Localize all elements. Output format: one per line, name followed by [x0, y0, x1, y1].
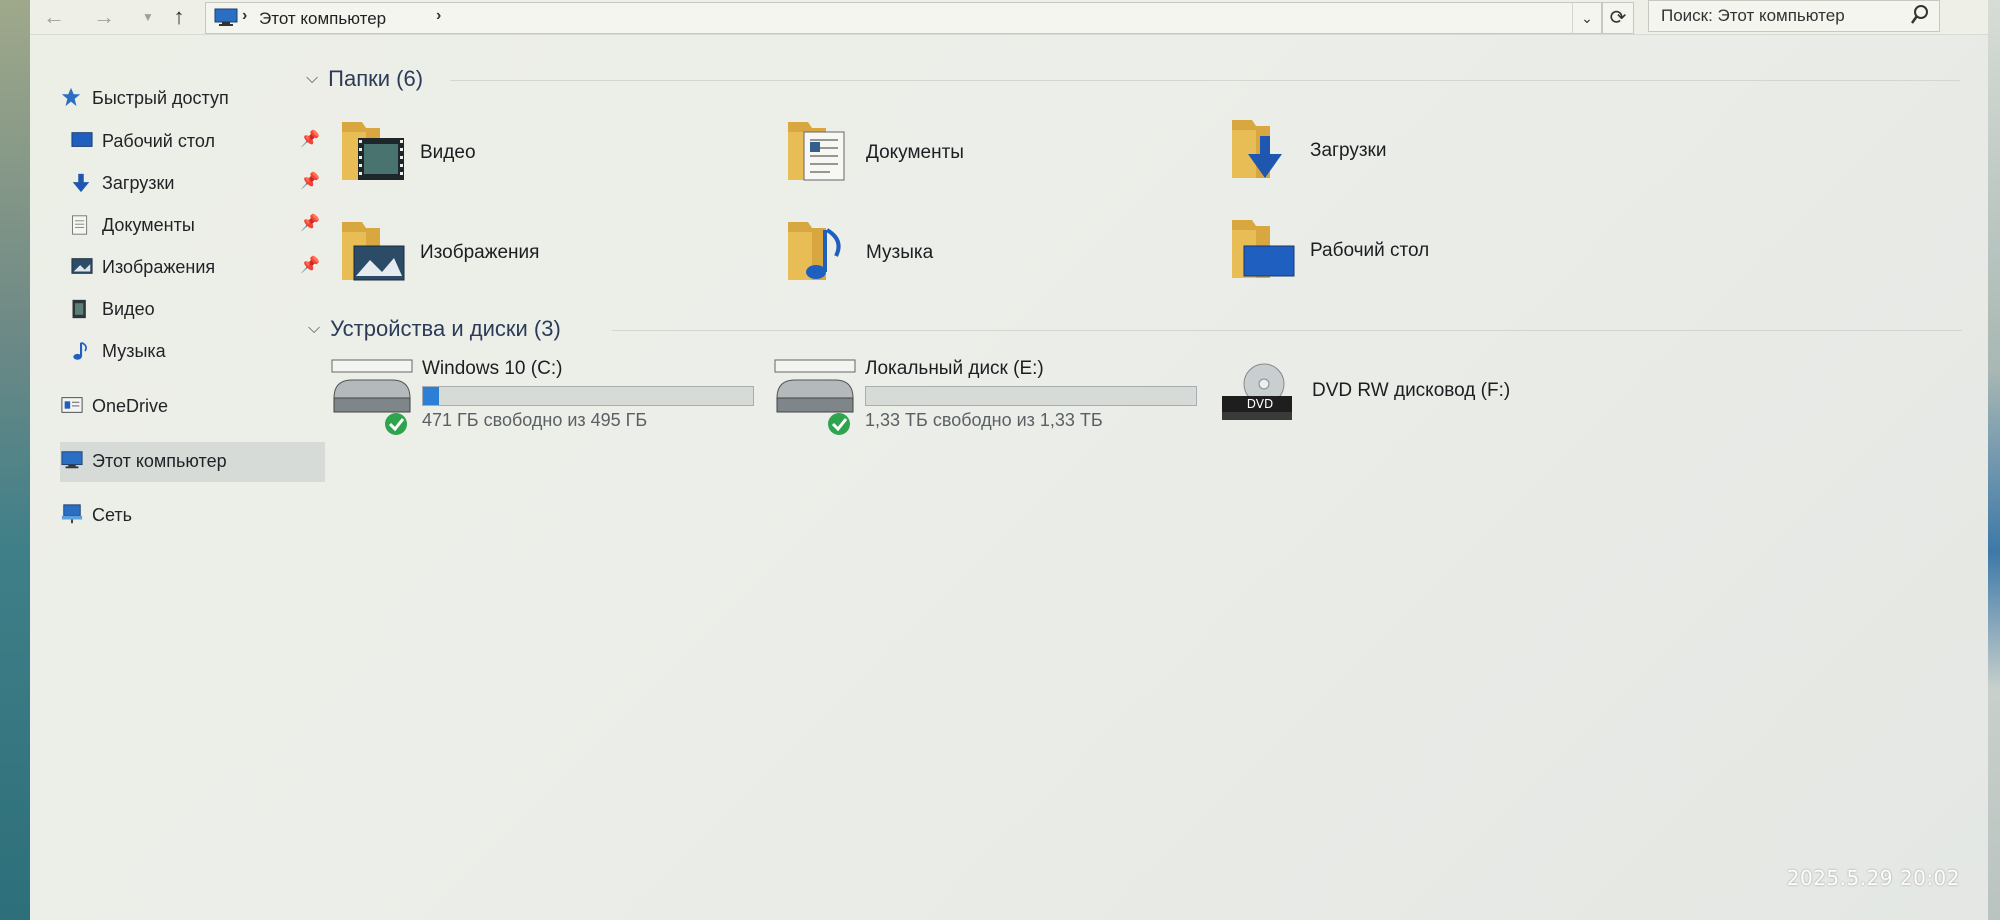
- address-bar[interactable]: › Этот компьютер › ⌄: [205, 2, 1602, 34]
- desktop-folder-icon: [1232, 220, 1295, 278]
- photo-timestamp: 2025.5.29 20:02: [1786, 866, 1960, 890]
- sidebar-item-label: Этот компьютер: [92, 450, 227, 471]
- sidebar-item-label: Изображения: [102, 256, 216, 277]
- sidebar-item-desktop[interactable]: Рабочий стол 📌: [60, 126, 320, 156]
- drive-usage-bar: [422, 386, 754, 406]
- pictures-folder-icon: [342, 222, 405, 281]
- recent-locations-button[interactable]: ▼: [134, 4, 162, 30]
- star-icon: [60, 86, 84, 110]
- dvd-logo-text: DVD: [1247, 397, 1273, 411]
- pin-icon[interactable]: 📌: [300, 171, 320, 191]
- folder-desktop[interactable]: Рабочий стол: [1230, 216, 1610, 286]
- navigation-pane: Быстрый доступ Рабочий стол 📌 Загрузки 📌…: [30, 34, 325, 920]
- search-placeholder: Поиск: Этот компьютер: [1661, 6, 1845, 25]
- search-input[interactable]: Поиск: Этот компьютер: [1648, 0, 1940, 32]
- search-icon[interactable]: [1911, 4, 1929, 26]
- drive-name: DVD RW дисковод (F:): [1312, 380, 1511, 401]
- document-icon: [70, 213, 94, 237]
- music-folder-icon: [788, 222, 841, 280]
- drive-name: Локальный диск (E:): [865, 358, 1044, 379]
- folder-videos[interactable]: Видео: [340, 118, 720, 188]
- drive-c[interactable]: Windows 10 (C:) 471 ГБ свободно из 495 Г…: [330, 358, 754, 438]
- drive-free-space: 471 ГБ свободно из 495 ГБ: [422, 410, 648, 430]
- folder-label: Документы: [866, 142, 964, 163]
- folder-pictures[interactable]: Изображения: [340, 218, 720, 288]
- sidebar-item-videos[interactable]: Видео: [60, 294, 155, 324]
- video-icon: [70, 297, 94, 321]
- sidebar-item-this-pc[interactable]: Этот компьютер: [60, 446, 227, 476]
- sidebar-item-label: Документы: [102, 214, 195, 235]
- sidebar-item-label: Музыка: [102, 340, 166, 361]
- folder-downloads[interactable]: Загрузки: [1230, 116, 1610, 186]
- folder-label: Музыка: [866, 242, 934, 263]
- folder-label: Рабочий стол: [1310, 240, 1430, 261]
- network-icon: [60, 503, 84, 527]
- sidebar-item-music[interactable]: Музыка: [60, 336, 166, 366]
- folder-label: Изображения: [420, 242, 540, 263]
- address-dropdown-button[interactable]: ⌄: [1572, 3, 1601, 33]
- devices-group-title: Устройства и диски (3): [330, 316, 561, 341]
- image-icon: [70, 255, 94, 279]
- pin-icon[interactable]: 📌: [300, 213, 320, 233]
- breadcrumb-chevron[interactable]: ›: [436, 7, 441, 25]
- forward-button[interactable]: →: [90, 4, 118, 30]
- photo-right-edge: [1986, 0, 2000, 920]
- sidebar-item-label: Загрузки: [102, 172, 175, 193]
- up-button[interactable]: ↑: [165, 4, 193, 30]
- breadcrumb-separator: ›: [242, 7, 248, 24]
- file-explorer-window: ← → ▼ ↑ › Этот компьютер › ⌄ ⟳ Поиск: Эт…: [30, 0, 1988, 920]
- devices-group-header[interactable]: ⌵ Устройства и диски (3): [308, 316, 561, 342]
- chevron-down-icon[interactable]: ⌵: [308, 320, 320, 338]
- folder-music[interactable]: Музыка: [786, 218, 1166, 288]
- sidebar-item-downloads[interactable]: Загрузки 📌: [60, 168, 320, 198]
- back-button[interactable]: ←: [40, 4, 68, 30]
- music-icon: [70, 339, 94, 363]
- sidebar-item-label: Видео: [102, 298, 155, 319]
- drive-usage-bar: [865, 386, 1197, 406]
- drive-name: Windows 10 (C:): [422, 358, 563, 379]
- sidebar-item-quick-access[interactable]: Быстрый доступ: [60, 83, 229, 113]
- onedrive-icon: [60, 394, 84, 418]
- sidebar-item-network[interactable]: Сеть: [60, 500, 132, 530]
- drive-e[interactable]: Локальный диск (E:) 1,33 ТБ свободно из …: [773, 358, 1197, 438]
- folder-documents[interactable]: Документы: [786, 118, 1166, 188]
- computer-icon: [214, 8, 238, 26]
- folders-group-title: Папки (6): [328, 66, 424, 91]
- download-icon: [70, 171, 94, 195]
- video-folder-icon: [342, 122, 404, 180]
- group-divider: [612, 330, 1962, 331]
- sidebar-item-label: Рабочий стол: [102, 130, 215, 151]
- folders-group-header[interactable]: ⌵ Папки (6): [306, 66, 423, 92]
- downloads-folder-icon: [1232, 120, 1282, 178]
- sidebar-item-label: Быстрый доступ: [92, 87, 229, 108]
- refresh-button[interactable]: ⟳: [1602, 2, 1634, 34]
- sidebar-item-documents[interactable]: Документы 📌: [60, 210, 320, 240]
- sidebar-item-label: Сеть: [92, 504, 133, 525]
- folder-label: Видео: [420, 142, 476, 163]
- pin-icon[interactable]: 📌: [300, 255, 320, 275]
- sidebar-item-onedrive[interactable]: OneDrive: [60, 391, 168, 421]
- sidebar-item-label: OneDrive: [92, 395, 169, 416]
- drive-f[interactable]: DVD DVD RW дисковод (F:): [1220, 362, 1640, 442]
- dvd-drive-icon: DVD: [1222, 363, 1292, 420]
- desktop-icon: [70, 129, 94, 153]
- folder-label: Загрузки: [1310, 140, 1387, 161]
- pin-icon[interactable]: 📌: [300, 129, 320, 149]
- drive-usage-fill: [423, 387, 439, 405]
- breadcrumb[interactable]: Этот компьютер: [259, 9, 386, 29]
- drive-free-space: 1,33 ТБ свободно из 1,33 ТБ: [865, 410, 1103, 430]
- computer-icon: [60, 449, 84, 473]
- address-toolbar: ← → ▼ ↑ › Этот компьютер › ⌄ ⟳ Поиск: Эт…: [30, 0, 1988, 35]
- hard-drive-icon: [331, 359, 413, 435]
- sidebar-item-pictures[interactable]: Изображения 📌: [60, 252, 320, 282]
- documents-folder-icon: [788, 122, 845, 181]
- group-divider: [450, 80, 1960, 81]
- hard-drive-icon: [774, 359, 856, 435]
- chevron-down-icon[interactable]: ⌵: [306, 70, 318, 88]
